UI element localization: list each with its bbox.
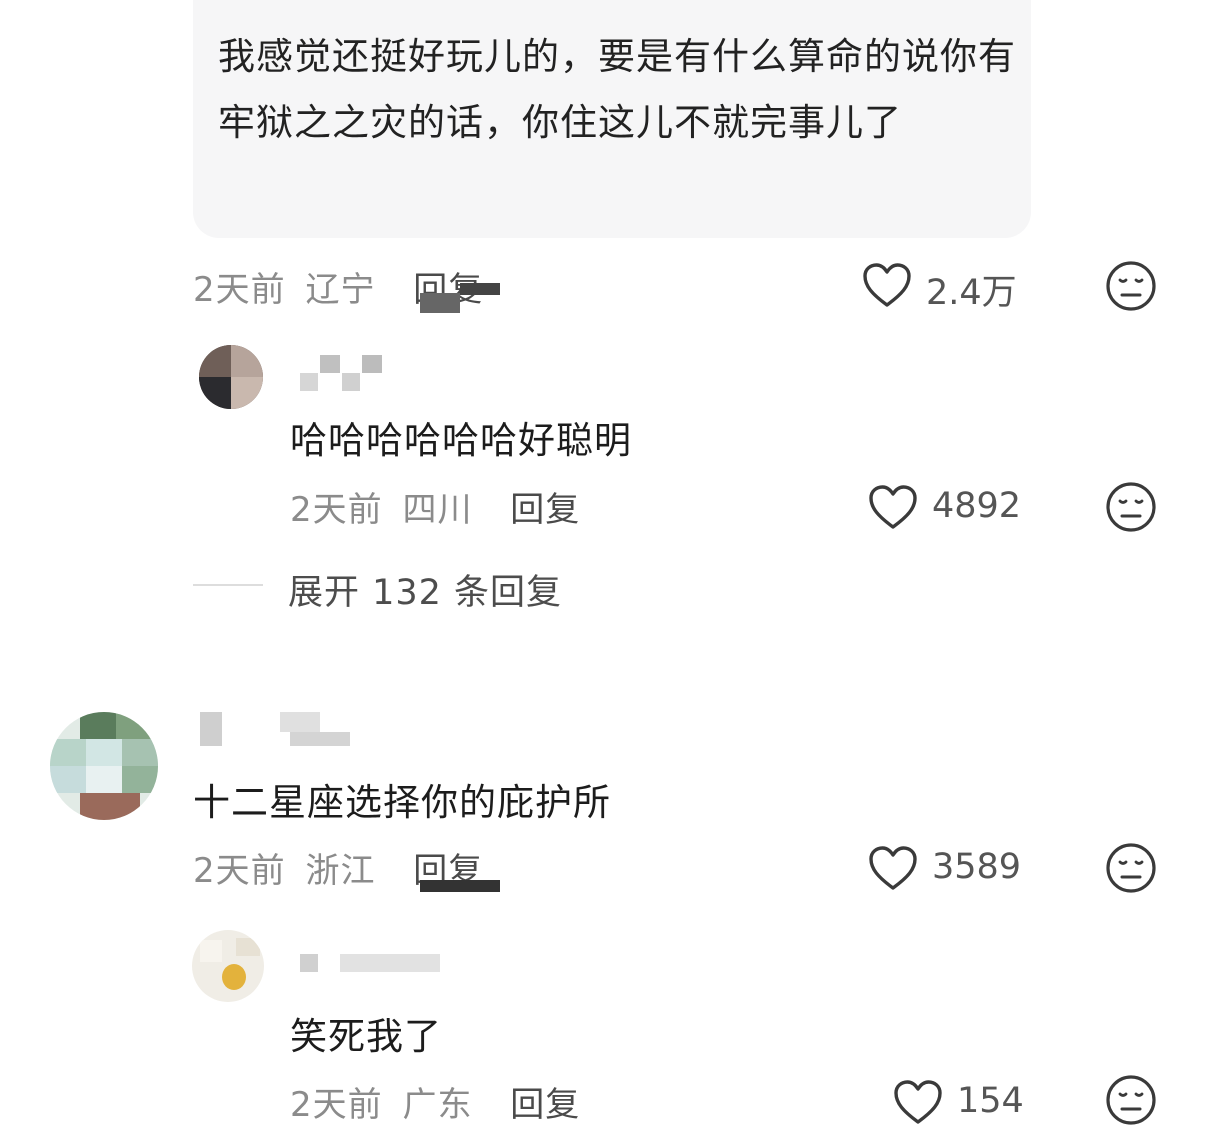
reply-meta: 2天前 四川 回复 (290, 482, 580, 531)
comment-time: 2天前 (290, 490, 383, 530)
comment-time: 2天前 (290, 1085, 383, 1125)
comment-location: 广东 (402, 1085, 473, 1125)
pixelated-overlay (420, 293, 460, 313)
like-count: 154 (957, 1081, 1024, 1121)
username-pixelated[interactable] (300, 952, 440, 974)
comment-location: 辽宁 (305, 270, 376, 310)
dislike-face-icon (1106, 1075, 1156, 1125)
dislike-button[interactable] (1105, 1074, 1157, 1130)
expand-replies-button[interactable]: 展开 132 条回复 (288, 564, 562, 615)
pixelated-overlay (420, 880, 500, 892)
dislike-button[interactable] (1105, 260, 1157, 316)
comment-time: 2天前 (193, 270, 286, 310)
expand-divider (193, 584, 263, 586)
like-button[interactable] (893, 1079, 943, 1129)
avatar[interactable] (192, 930, 264, 1002)
like-button[interactable] (868, 484, 918, 534)
dislike-face-icon (1106, 843, 1156, 893)
like-button[interactable] (862, 262, 912, 312)
quoted-comment-text: 我感觉还挺好玩儿的，要是有什么算命的说你有牢狱之之灾的话，你住这儿不就完事儿了 (218, 35, 1016, 144)
reply-text: 哈哈哈哈哈哈好聪明 (290, 419, 632, 462)
dislike-button[interactable] (1105, 842, 1157, 898)
pixelated-overlay (460, 283, 500, 295)
like-count: 3589 (932, 847, 1022, 887)
avatar[interactable] (199, 345, 263, 409)
reply-button[interactable]: 回复 (510, 1085, 580, 1125)
dislike-face-icon (1106, 482, 1156, 532)
comment-location: 浙江 (305, 851, 376, 891)
username-pixelated[interactable] (300, 355, 382, 393)
comment-location: 四川 (402, 490, 473, 530)
heart-icon (869, 846, 917, 890)
heart-icon (869, 485, 917, 529)
reply-text: 笑死我了 (290, 1015, 442, 1058)
dislike-button[interactable] (1105, 481, 1157, 537)
avatar[interactable] (50, 712, 158, 820)
comment-time: 2天前 (193, 851, 286, 891)
reply-meta: 2天前 广东 回复 (290, 1077, 580, 1126)
heart-icon (894, 1080, 942, 1124)
reply-button[interactable]: 回复 (510, 490, 580, 530)
username-pixelated[interactable] (200, 712, 370, 748)
like-count: 2.4万 (926, 273, 1017, 313)
heart-icon (863, 263, 911, 307)
comment-text: 十二星座选择你的庇护所 (193, 781, 611, 824)
like-button[interactable] (868, 845, 918, 895)
like-count: 4892 (932, 486, 1022, 526)
dislike-face-icon (1106, 261, 1156, 311)
